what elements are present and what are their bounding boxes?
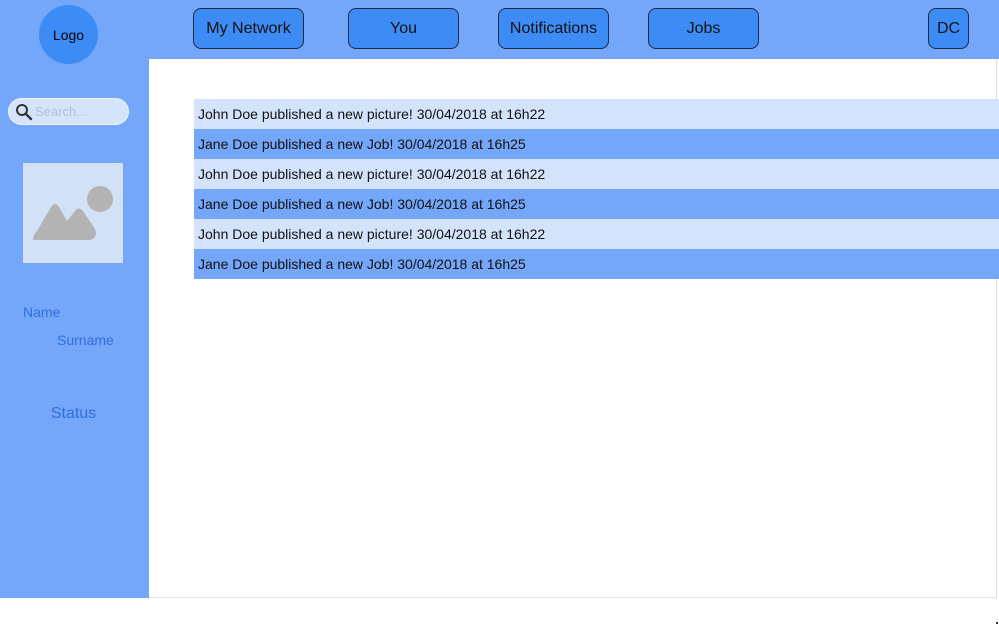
user-account-button[interactable]: DC	[928, 8, 969, 49]
profile-name: Name	[23, 304, 61, 320]
image-placeholder-icon	[33, 186, 113, 240]
activity-feed: John Doe published a new picture! 30/04/…	[194, 99, 999, 279]
profile-status: Status	[50, 405, 97, 422]
avatar	[23, 163, 123, 263]
top-navigation-bar: My Network You Notifications Jobs DC	[0, 0, 999, 59]
search-box[interactable]	[8, 98, 129, 125]
feed-item[interactable]: Jane Doe published a new Job! 30/04/2018…	[194, 249, 999, 279]
notifications-button[interactable]: Notifications	[498, 8, 609, 49]
feed-item[interactable]: John Doe published a new picture! 30/04/…	[194, 99, 999, 129]
profile-surname: Surname	[57, 332, 114, 348]
feed-item[interactable]: John Doe published a new picture! 30/04/…	[194, 159, 999, 189]
logo[interactable]: Logo	[39, 5, 98, 64]
corner-mark	[996, 622, 998, 624]
you-button[interactable]: You	[348, 8, 459, 49]
app-window: My Network You Notifications Jobs DC Log…	[0, 0, 999, 625]
feed-item[interactable]: Jane Doe published a new Job! 30/04/2018…	[194, 129, 999, 159]
sidebar	[0, 59, 149, 598]
my-network-button[interactable]: My Network	[193, 8, 304, 49]
search-icon	[16, 103, 33, 120]
search-input[interactable]	[35, 104, 125, 119]
jobs-button[interactable]: Jobs	[648, 8, 759, 49]
feed-item[interactable]: John Doe published a new picture! 30/04/…	[194, 219, 999, 249]
feed-item[interactable]: Jane Doe published a new Job! 30/04/2018…	[194, 189, 999, 219]
